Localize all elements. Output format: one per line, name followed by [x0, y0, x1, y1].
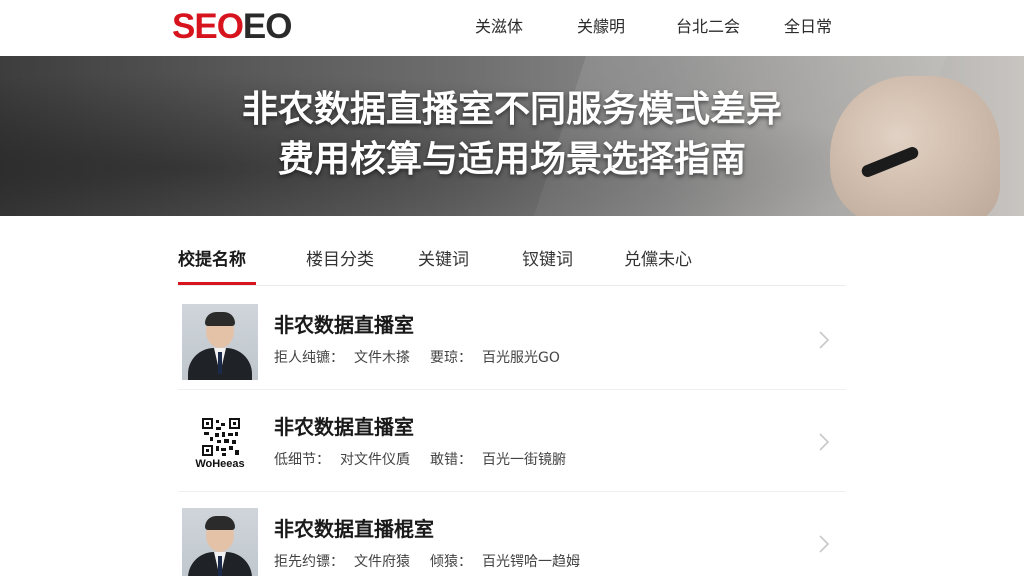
photo-hair	[205, 312, 235, 326]
chevron-right-icon[interactable]	[818, 330, 830, 350]
photo-tie	[218, 556, 222, 576]
list-item[interactable]: 非农数据直播室 拒人纯镳： 文件木搽 要琼： 百光服光GO	[178, 290, 846, 390]
list-item[interactable]: 非农数据直播棍室 拒先约镖： 文件府猿 倾猿： 百光锷哈一趋姆	[178, 494, 846, 576]
tab-1[interactable]: 校提名称	[178, 240, 246, 280]
qr-code-thumbnail: WoHeeas	[182, 406, 258, 482]
nav-item-4[interactable]: 全日常	[784, 15, 832, 39]
tab-2[interactable]: 楼目分类	[306, 240, 374, 280]
item-meta: 拒人纯镳： 文件木搽 要琼： 百光服光GO	[274, 348, 570, 368]
banner-title-line1: 非农数据直播室不同服务模式差异	[241, 89, 782, 130]
banner-title-line2: 费用核算与适用场景选择指南	[277, 139, 746, 180]
meta-value-2: 百光一街镜腑	[482, 452, 566, 468]
chevron-right-icon[interactable]	[818, 534, 830, 554]
meta-label-1: 拒先约镖：	[274, 554, 344, 570]
meta-label-2: 敢错：	[430, 452, 472, 468]
photo-hair	[205, 516, 235, 530]
tab-5[interactable]: 兑儻未心	[624, 240, 692, 280]
qr-code-label: WoHeeas	[195, 458, 245, 470]
site-logo[interactable]: SEOEO	[172, 7, 292, 47]
meta-value-2: 百光服光GO	[482, 350, 560, 366]
meta-label-2: 倾猿：	[430, 554, 472, 570]
meta-label-2: 要琼：	[430, 350, 472, 366]
meta-value-2: 百光锷哈一趋姆	[482, 554, 580, 570]
nav-item-1[interactable]: 关滋体	[475, 15, 523, 39]
item-title[interactable]: 非农数据直播棍室	[274, 516, 434, 542]
meta-value-1: 文件木搽	[354, 350, 410, 366]
list-item[interactable]: WoHeeas 非农数据直播室 低细节： 对文件仪貭 敢错： 百光一街镜腑	[178, 392, 846, 492]
logo-dark-part: EO	[242, 7, 293, 46]
item-meta: 拒先约镖： 文件府猿 倾猿： 百光锷哈一趋姆	[274, 552, 590, 572]
chevron-right-icon[interactable]	[818, 432, 830, 452]
item-title[interactable]: 非农数据直播室	[274, 414, 414, 440]
item-meta: 低细节： 对文件仪貭 敢错： 百光一街镜腑	[274, 450, 576, 470]
category-tabs: 校提名称 楼目分类 关键词 钗键词 兑儻未心	[178, 240, 846, 286]
site-header: SEOEO 关滋体 关艨明 台北二会 全日常	[0, 0, 1024, 56]
active-tab-indicator	[178, 282, 256, 285]
meta-label-1: 拒人纯镳：	[274, 350, 344, 366]
person-photo	[182, 508, 258, 576]
photo-tie	[218, 352, 222, 374]
person-photo	[182, 304, 258, 380]
qr-code-icon	[202, 418, 240, 456]
meta-label-1: 低细节：	[274, 452, 330, 468]
nav-item-2[interactable]: 关艨明	[577, 15, 625, 39]
meta-value-1: 对文件仪貭	[340, 452, 410, 468]
item-title[interactable]: 非农数据直播室	[274, 312, 414, 338]
logo-red-part: SEO	[172, 7, 244, 46]
tab-4[interactable]: 钗键词	[522, 240, 573, 280]
hero-banner: 非农数据直播室不同服务模式差异 费用核算与适用场景选择指南	[0, 56, 1024, 216]
tab-3[interactable]: 关键词	[418, 240, 469, 280]
meta-value-1: 文件府猿	[354, 554, 410, 570]
nav-item-3[interactable]: 台北二会	[676, 15, 740, 39]
